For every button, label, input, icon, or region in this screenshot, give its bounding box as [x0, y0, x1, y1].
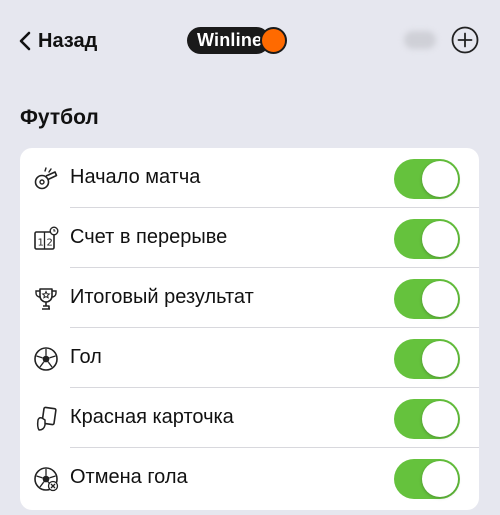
logo-dot	[260, 27, 288, 54]
setting-row-goal: Гол	[20, 328, 479, 388]
setting-label: Начало матча	[70, 166, 201, 188]
plus-circle-icon	[451, 26, 479, 54]
top-bar: Назад Winline	[0, 0, 500, 80]
setting-row-halftime-score: 1 2 Счет в перерыве	[20, 208, 479, 268]
trophy-icon	[32, 285, 60, 313]
setting-label: Итоговый результат	[70, 286, 254, 308]
setting-row-goal-cancelled: Отмена гола	[20, 448, 479, 508]
toggle-switch[interactable]	[394, 219, 460, 259]
toggle-knob	[422, 221, 458, 257]
svg-text:1: 1	[38, 238, 44, 249]
setting-label: Счет в перерыве	[70, 226, 228, 248]
toggle-knob	[422, 401, 458, 437]
toggle-knob	[422, 341, 458, 377]
setting-label: Гол	[70, 346, 102, 368]
back-label: Назад	[38, 29, 98, 52]
toggle-switch[interactable]	[394, 459, 460, 499]
section-title: Футбол	[20, 106, 99, 129]
svg-text:2: 2	[47, 238, 53, 249]
blurred-balance	[404, 31, 436, 49]
logo-text: Winline	[187, 27, 271, 54]
soccer-ball-icon	[32, 345, 60, 373]
setting-label: Красная карточка	[70, 406, 234, 428]
scoreboard-icon: 1 2	[32, 225, 60, 253]
toggle-knob	[422, 161, 458, 197]
chevron-left-icon	[18, 31, 32, 51]
setting-label: Отмена гола	[70, 466, 188, 488]
toggle-knob	[422, 281, 458, 317]
notification-settings-list: Начало матча 1 2 Счет в перерыве Итоговы…	[20, 148, 479, 510]
toggle-switch[interactable]	[394, 399, 460, 439]
whistle-icon	[32, 165, 60, 193]
back-button[interactable]: Назад	[18, 26, 97, 56]
toggle-switch[interactable]	[394, 339, 460, 379]
red-card-icon	[32, 405, 60, 433]
add-button[interactable]	[451, 26, 479, 54]
toggle-switch[interactable]	[394, 279, 460, 319]
setting-row-red-card: Красная карточка	[20, 388, 479, 448]
setting-row-match-start: Начало матча	[20, 148, 479, 208]
toggle-switch[interactable]	[394, 159, 460, 199]
goal-cancel-icon	[32, 465, 60, 493]
toggle-knob	[422, 461, 458, 497]
winline-logo: Winline	[187, 27, 301, 54]
setting-row-final-result: Итоговый результат	[20, 268, 479, 328]
